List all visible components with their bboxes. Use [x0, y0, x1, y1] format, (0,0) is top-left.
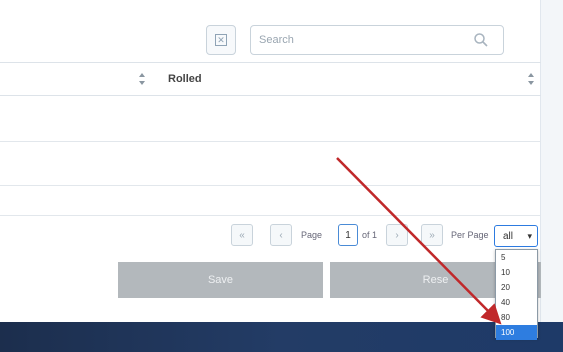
pagination-bar: « ‹ Page 1 of 1 › » Per Page all ▾: [0, 216, 541, 254]
per-page-dropdown: 5 10 20 40 80 100: [495, 249, 538, 340]
per-page-select[interactable]: all ▾: [494, 225, 538, 247]
right-edge-panel: [540, 0, 563, 322]
save-button[interactable]: Save: [118, 262, 323, 298]
next-page-button[interactable]: ›: [386, 224, 408, 246]
table-toolbar: ✕: [0, 0, 541, 62]
table-row[interactable]: [0, 96, 541, 142]
table-row[interactable]: [0, 186, 541, 216]
per-page-option[interactable]: 80: [496, 310, 537, 325]
form-actions: Save Rese: [0, 262, 541, 298]
page-count-label: of 1: [362, 230, 378, 240]
column-header-rolled[interactable]: Rolled: [168, 73, 202, 85]
first-page-button[interactable]: «: [231, 224, 253, 246]
last-page-button[interactable]: »: [421, 224, 443, 246]
sort-icon[interactable]: [527, 72, 535, 86]
per-page-option[interactable]: 5: [496, 250, 537, 265]
windows-taskbar: [0, 322, 563, 352]
search-input[interactable]: [259, 32, 459, 48]
per-page-option[interactable]: 10: [496, 265, 537, 280]
search-icon[interactable]: [473, 32, 489, 48]
clear-filter-button[interactable]: ✕: [206, 25, 236, 55]
page-label: Page: [301, 230, 323, 240]
page-number-input[interactable]: 1: [338, 224, 358, 246]
table-row[interactable]: [0, 142, 541, 186]
per-page-option-selected[interactable]: 100: [496, 325, 537, 340]
clear-filter-icon: ✕: [215, 34, 227, 46]
per-page-label: Per Page: [451, 230, 489, 240]
prev-page-button[interactable]: ‹: [270, 224, 292, 246]
sort-icon[interactable]: [138, 72, 146, 86]
per-page-value: all: [503, 230, 514, 242]
chevron-down-icon: ▾: [527, 231, 532, 241]
search-box[interactable]: [250, 25, 504, 55]
per-page-option[interactable]: 40: [496, 295, 537, 310]
table-header: Rolled: [0, 62, 541, 96]
per-page-option[interactable]: 20: [496, 280, 537, 295]
